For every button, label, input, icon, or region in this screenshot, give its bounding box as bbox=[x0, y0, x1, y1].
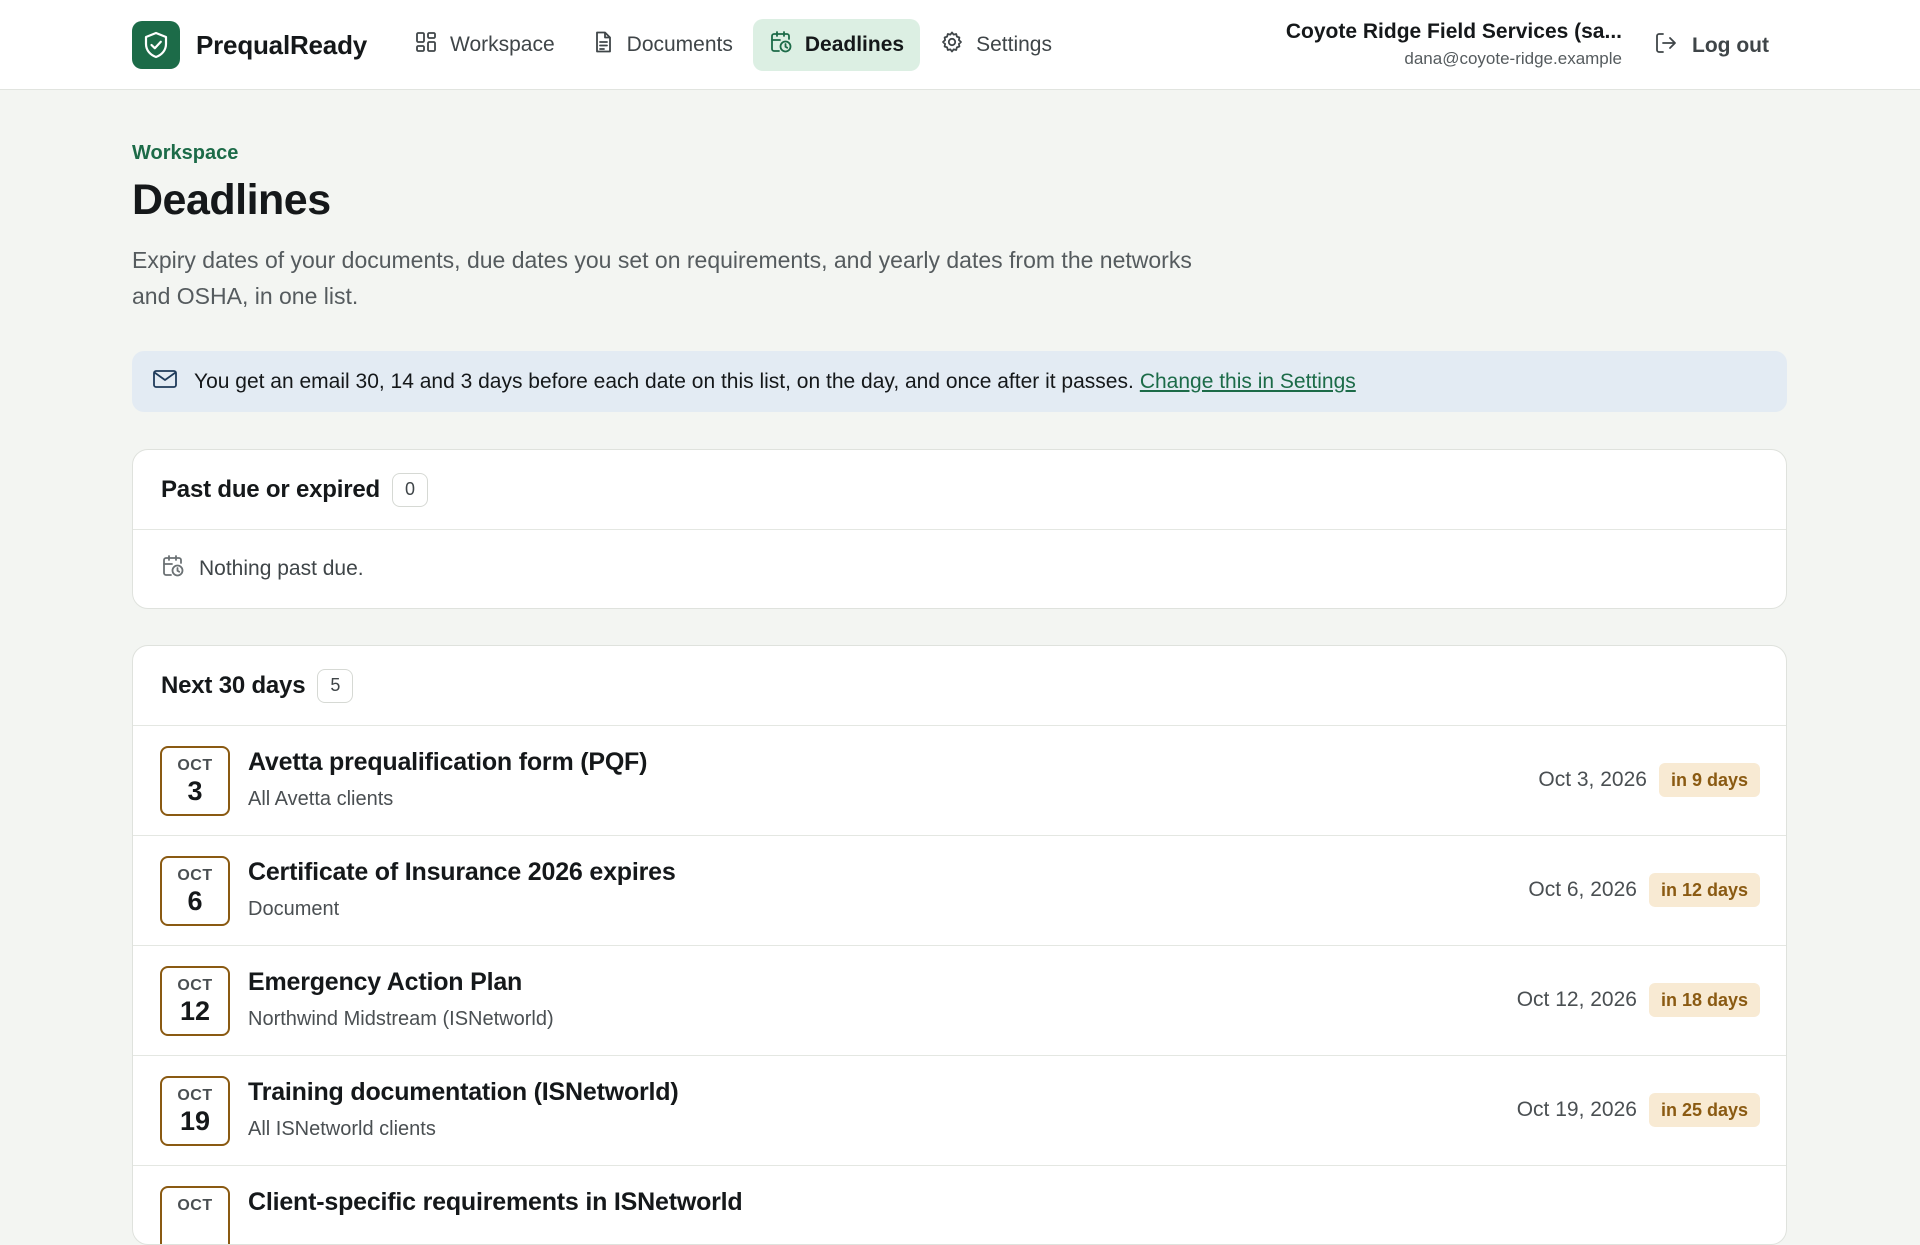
banner-text: You get an email 30, 14 and 3 days befor… bbox=[194, 369, 1134, 393]
deadline-meta: Oct 19, 2026 in 25 days bbox=[1517, 1092, 1760, 1128]
past-due-header: Past due or expired 0 bbox=[133, 450, 1786, 530]
count-badge: 5 bbox=[317, 668, 354, 703]
nav-label: Settings bbox=[976, 33, 1052, 56]
deadline-subtitle: All ISNetworld clients bbox=[248, 1118, 436, 1140]
account-name: Coyote Ridge Field Services (sa... bbox=[1285, 20, 1622, 43]
deadline-meta: Oct 6, 2026 in 12 days bbox=[1528, 872, 1760, 908]
nav-item-workspace[interactable]: Workspace bbox=[398, 19, 571, 71]
page-title: Deadlines bbox=[132, 176, 331, 224]
deadline-meta: Oct 12, 2026 in 18 days bbox=[1517, 982, 1760, 1018]
date-month: OCT bbox=[177, 757, 213, 774]
calendar-clock-icon bbox=[161, 554, 185, 584]
date-tile: OCT 12 bbox=[160, 966, 230, 1036]
deadline-row[interactable]: OCT 12 Emergency Action Plan Northwind M… bbox=[133, 946, 1786, 1056]
deadline-title: Training documentation (ISNetworld) bbox=[248, 1078, 679, 1106]
brand-name: PrequalReady bbox=[196, 29, 368, 60]
mail-icon bbox=[152, 368, 178, 396]
date-day: 19 bbox=[179, 1106, 211, 1136]
date-day: 12 bbox=[179, 996, 211, 1026]
next-30-days-section: Next 30 days 5 OCT 3 Avetta prequalifica… bbox=[132, 645, 1787, 1245]
date-tile: OCT 3 bbox=[160, 746, 230, 816]
account-email: dana@coyote-ridge.example bbox=[1404, 49, 1622, 68]
date-tile: OCT bbox=[160, 1186, 230, 1244]
nav-item-deadlines[interactable]: Deadlines bbox=[752, 19, 921, 71]
next-30-days-header: Next 30 days 5 bbox=[133, 646, 1786, 726]
document-icon bbox=[591, 30, 615, 60]
top-navigation-bar: PrequalReady Workspace Documents Deadlin… bbox=[0, 0, 1920, 90]
deadline-date: Oct 3, 2026 bbox=[1538, 768, 1647, 791]
deadline-row[interactable]: OCT 6 Certificate of Insurance 2026 expi… bbox=[133, 836, 1786, 946]
date-month: OCT bbox=[177, 867, 213, 884]
date-day: 3 bbox=[187, 776, 203, 806]
due-badge: in 9 days bbox=[1658, 763, 1760, 797]
deadline-title: Certificate of Insurance 2026 expires bbox=[248, 858, 676, 886]
deadline-title: Emergency Action Plan bbox=[248, 968, 523, 996]
nav-label: Workspace bbox=[450, 33, 555, 56]
deadline-title: Client-specific requirements in ISNetwor… bbox=[248, 1188, 743, 1216]
deadline-row[interactable]: OCT 19 Training documentation (ISNetworl… bbox=[133, 1056, 1786, 1166]
date-month: OCT bbox=[177, 1087, 213, 1104]
empty-state-text: Nothing past due. bbox=[199, 557, 364, 580]
logout-label: Log out bbox=[1692, 34, 1769, 57]
deadline-subtitle: All Avetta clients bbox=[248, 788, 394, 810]
email-reminder-banner: You get an email 30, 14 and 3 days befor… bbox=[132, 351, 1787, 412]
nav-label: Documents bbox=[626, 33, 733, 56]
page-subtitle: Expiry dates of your documents, due date… bbox=[132, 247, 1192, 309]
logout-icon bbox=[1654, 31, 1678, 61]
logout-button[interactable]: Log out bbox=[1654, 26, 1769, 66]
brand-home-link[interactable]: PrequalReady bbox=[132, 21, 367, 69]
deadline-subtitle: Northwind Midstream (ISNetworld) bbox=[248, 1008, 554, 1030]
due-badge: in 12 days bbox=[1648, 873, 1760, 907]
section-title: Past due or expired bbox=[161, 475, 380, 503]
calendar-clock-icon bbox=[769, 30, 793, 60]
date-tile: OCT 6 bbox=[160, 856, 230, 926]
gear-icon bbox=[940, 30, 964, 60]
nav-item-settings[interactable]: Settings bbox=[924, 19, 1068, 71]
deadline-row[interactable]: OCT Client-specific requirements in ISNe… bbox=[133, 1166, 1786, 1244]
deadline-meta: Oct 3, 2026 in 9 days bbox=[1538, 762, 1760, 798]
account-info: Coyote Ridge Field Services (sa... dana@… bbox=[1286, 20, 1622, 69]
deadline-row[interactable]: OCT 3 Avetta prequalification form (PQF)… bbox=[133, 726, 1786, 836]
due-badge: in 25 days bbox=[1648, 1093, 1760, 1127]
date-day: 6 bbox=[187, 886, 203, 916]
deadline-date: Oct 19, 2026 bbox=[1516, 1098, 1637, 1121]
grid-icon bbox=[414, 30, 438, 60]
change-settings-link[interactable]: Change this in Settings bbox=[1140, 370, 1356, 393]
count-badge: 0 bbox=[391, 472, 428, 507]
past-due-section: Past due or expired 0 Nothing past due. bbox=[132, 449, 1787, 609]
main-nav: Workspace Documents Deadlines Settings bbox=[398, 19, 1068, 71]
date-tile: OCT 19 bbox=[160, 1076, 230, 1146]
deadline-date: Oct 12, 2026 bbox=[1516, 988, 1637, 1011]
nav-item-documents[interactable]: Documents bbox=[575, 19, 749, 71]
empty-state: Nothing past due. bbox=[133, 530, 1786, 608]
due-badge: in 18 days bbox=[1648, 983, 1760, 1017]
deadline-date: Oct 6, 2026 bbox=[1528, 878, 1637, 901]
deadline-title: Avetta prequalification form (PQF) bbox=[248, 748, 648, 776]
section-title: Next 30 days bbox=[161, 671, 306, 699]
breadcrumb[interactable]: Workspace bbox=[132, 142, 238, 165]
deadline-subtitle: Document bbox=[248, 898, 340, 920]
shield-check-icon bbox=[132, 21, 180, 69]
date-month: OCT bbox=[177, 977, 213, 994]
nav-label: Deadlines bbox=[804, 33, 905, 56]
